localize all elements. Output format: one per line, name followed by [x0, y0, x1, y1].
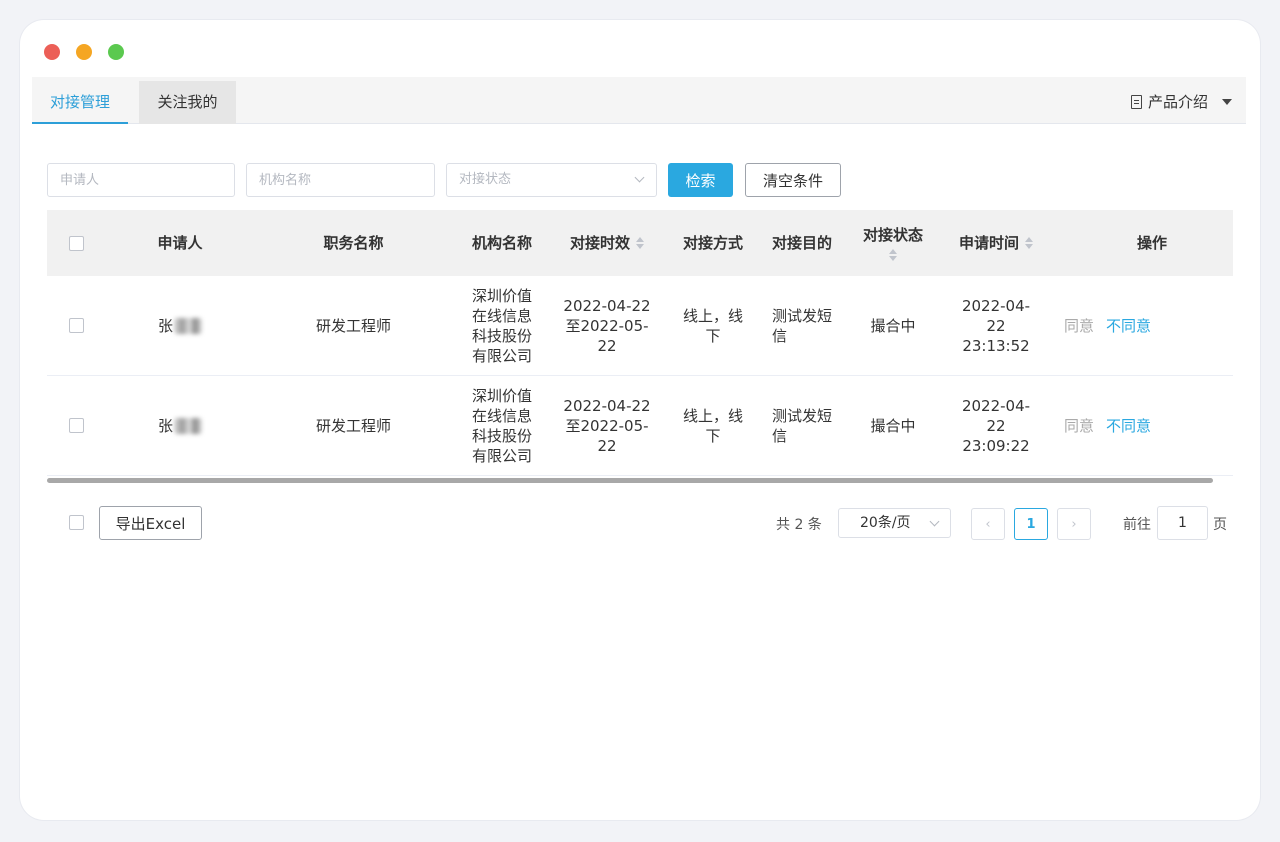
position-cell: 研发工程师	[315, 316, 391, 335]
agree-link[interactable]: 同意	[1064, 316, 1094, 336]
col-status-label: 对接状态	[862, 226, 923, 244]
applicant-name: 张	[157, 316, 173, 335]
col-position: 职务名称	[323, 234, 384, 252]
tab-docking-management[interactable]: 对接管理	[32, 81, 128, 124]
goto-suffix: 页	[1213, 517, 1227, 533]
footer-select-all-checkbox[interactable]	[69, 515, 84, 530]
docking-table: 申请人 职务名称 机构名称 对接时效 对接方式 对接目的 对接状态 申请时间 操…	[47, 210, 1233, 476]
actions-cell: 同意 不同意	[1046, 376, 1258, 475]
blurred-name	[174, 417, 202, 434]
col-period[interactable]: 对接时效	[552, 210, 662, 276]
col-period-label: 对接时效	[569, 234, 630, 252]
tab-following-me[interactable]: 关注我的	[139, 81, 236, 124]
sort-icon[interactable]	[888, 249, 897, 261]
col-apply-time-label: 申请时间	[958, 234, 1019, 252]
disagree-link[interactable]: 不同意	[1106, 416, 1151, 436]
search-button[interactable]: 检索	[668, 163, 733, 197]
page-size-select[interactable]: 20条/页	[838, 508, 951, 538]
method-cell: 线上，线下	[682, 406, 743, 445]
applicant-input[interactable]	[47, 163, 235, 197]
table-row: 张 研发工程师 深圳价值在线信息科技股份有限公司 2022-04-22至2022…	[47, 276, 1233, 376]
status-select[interactable]: 对接状态	[446, 163, 657, 197]
chevron-left-icon: ‹	[985, 516, 991, 532]
blurred-name	[174, 317, 202, 334]
apply-time-cell: 2022-04-22 23:13:52	[961, 296, 1031, 355]
col-status[interactable]: 对接状态	[840, 210, 946, 276]
goto-prefix: 前往	[1123, 517, 1151, 533]
sort-icon[interactable]	[1025, 237, 1033, 249]
org-cell: 深圳价值在线信息科技股份有限公司	[471, 286, 532, 365]
minimize-window-button[interactable]	[76, 44, 92, 60]
row-checkbox[interactable]	[68, 418, 84, 433]
document-icon	[1130, 94, 1142, 109]
chevron-down-icon	[929, 516, 940, 527]
col-purpose: 对接目的	[771, 234, 832, 252]
status-cell: 撮合中	[870, 316, 916, 335]
row-checkbox[interactable]	[68, 318, 84, 333]
tab-bar: 对接管理 关注我的 产品介绍	[32, 77, 1246, 124]
position-cell: 研发工程师	[315, 416, 391, 435]
period-cell: 2022-04-22至2022-05-22	[563, 396, 651, 455]
org-cell: 深圳价值在线信息科技股份有限公司	[471, 386, 532, 465]
page-number-button[interactable]: 1	[1014, 508, 1048, 540]
col-org: 机构名称	[471, 234, 532, 252]
select-all-checkbox[interactable]	[68, 235, 84, 251]
sort-icon[interactable]	[636, 237, 644, 249]
table-header: 申请人 职务名称 机构名称 对接时效 对接方式 对接目的 对接状态 申请时间 操…	[47, 210, 1233, 276]
caret-down-icon	[1222, 98, 1232, 105]
page-size-value: 20条/页	[860, 515, 911, 531]
applicant-cell: 张	[105, 376, 255, 475]
applicant-cell: 张	[105, 276, 255, 375]
org-name-input[interactable]	[246, 163, 435, 197]
next-page-button[interactable]: ›	[1057, 508, 1091, 540]
product-intro-label: 产品介绍	[1147, 93, 1208, 111]
status-cell: 撮合中	[870, 416, 916, 435]
scrollbar-thumb[interactable]	[47, 478, 1213, 483]
method-cell: 线上，线下	[682, 306, 743, 345]
disagree-link[interactable]: 不同意	[1106, 316, 1151, 336]
col-method: 对接方式	[682, 234, 743, 252]
app-window: 对接管理 关注我的 产品介绍 对接状态 检索 清空条件 申请人 职务名称 机构名…	[20, 20, 1260, 820]
horizontal-scrollbar[interactable]	[47, 477, 1233, 484]
col-apply-time[interactable]: 申请时间	[946, 210, 1046, 276]
col-applicant: 申请人	[157, 234, 203, 252]
period-cell: 2022-04-22至2022-05-22	[563, 296, 651, 355]
table-row: 张 研发工程师 深圳价值在线信息科技股份有限公司 2022-04-22至2022…	[47, 376, 1233, 476]
agree-link[interactable]: 同意	[1064, 416, 1094, 436]
purpose-cell: 测试发短信	[772, 306, 833, 345]
window-controls	[44, 44, 124, 60]
table-footer: 导出Excel 共 2 条 20条/页 ‹ 1 › 前往 页	[47, 506, 1233, 540]
chevron-right-icon: ›	[1071, 516, 1077, 532]
close-window-button[interactable]	[44, 44, 60, 60]
applicant-name: 张	[157, 416, 173, 435]
col-actions: 操作	[1136, 234, 1167, 252]
actions-cell: 同意 不同意	[1046, 276, 1258, 375]
total-count: 共 2 条	[776, 517, 822, 533]
product-intro-dropdown[interactable]: 产品介绍	[1130, 91, 1232, 112]
export-excel-button[interactable]: 导出Excel	[99, 506, 202, 540]
maximize-window-button[interactable]	[108, 44, 124, 60]
status-select-placeholder: 对接状态	[446, 163, 657, 197]
clear-filters-button[interactable]: 清空条件	[745, 163, 841, 197]
purpose-cell: 测试发短信	[772, 406, 833, 445]
goto-page-input[interactable]	[1157, 506, 1208, 540]
prev-page-button[interactable]: ‹	[971, 508, 1005, 540]
apply-time-cell: 2022-04-22 23:09:22	[961, 396, 1031, 455]
